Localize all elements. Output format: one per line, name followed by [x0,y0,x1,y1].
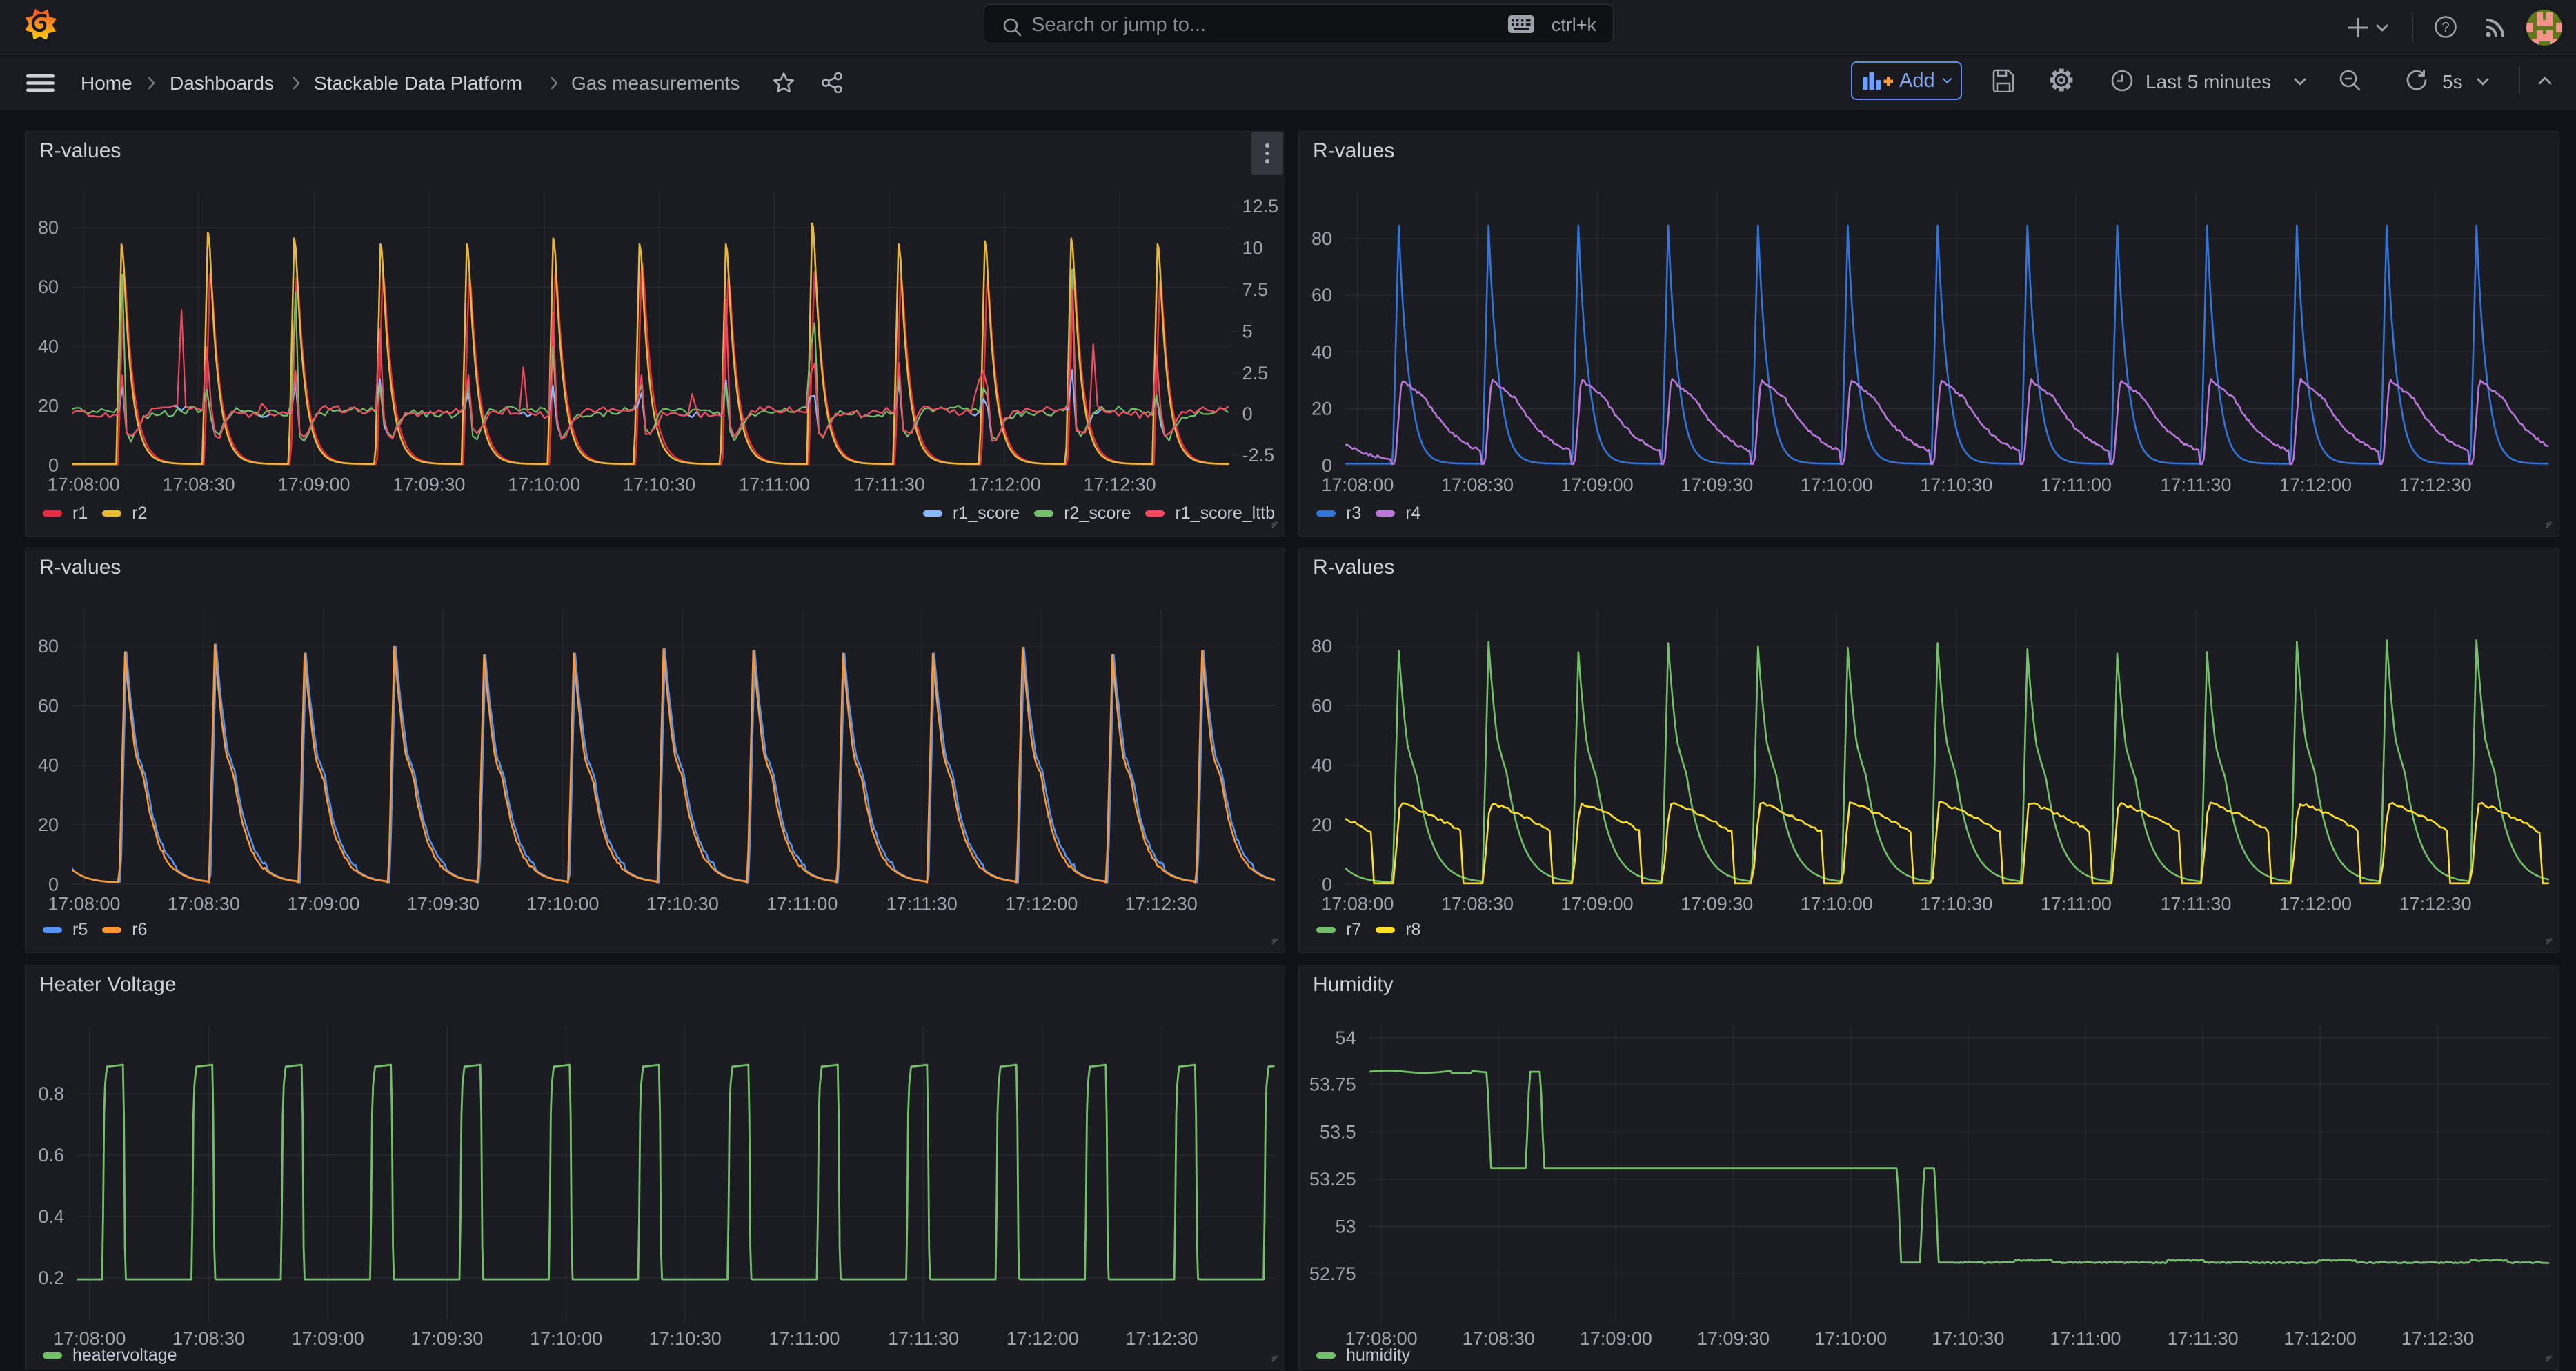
svg-text:17:08:30: 17:08:30 [168,894,240,914]
svg-text:40: 40 [1311,341,1332,362]
svg-text:17:11:30: 17:11:30 [886,894,958,914]
svg-text:17:09:30: 17:09:30 [1681,474,1753,494]
svg-text:17:10:30: 17:10:30 [646,894,719,914]
svg-text:17:10:00: 17:10:00 [1801,894,1873,914]
svg-text:17:12:30: 17:12:30 [2401,1328,2474,1349]
svg-text:17:08:30: 17:08:30 [172,1328,245,1349]
svg-text:17:09:30: 17:09:30 [407,894,479,914]
svg-text:80: 80 [38,217,59,238]
svg-text:17:12:00: 17:12:00 [2279,474,2352,494]
svg-text:53.5: 53.5 [1320,1121,1356,1142]
svg-text:53: 53 [1335,1216,1356,1237]
svg-text:17:12:30: 17:12:30 [1125,894,1198,914]
svg-text:17:11:30: 17:11:30 [2160,474,2231,494]
svg-text:17:09:30: 17:09:30 [410,1328,483,1349]
svg-text:17:11:00: 17:11:00 [769,1328,840,1349]
svg-text:17:08:00: 17:08:00 [48,474,120,494]
svg-text:17:10:00: 17:10:00 [530,1328,602,1349]
svg-text:17:10:30: 17:10:30 [649,1328,722,1349]
svg-text:52.75: 52.75 [1309,1263,1356,1284]
svg-text:17:09:00: 17:09:00 [287,894,359,914]
svg-text:0: 0 [48,874,59,895]
svg-text:17:11:00: 17:11:00 [2041,894,2112,914]
svg-text:40: 40 [1311,755,1332,776]
svg-text:0.8: 0.8 [38,1083,64,1103]
svg-text:40: 40 [38,755,59,776]
svg-text:20: 20 [38,814,59,835]
svg-text:17:10:30: 17:10:30 [623,474,695,494]
svg-text:17:11:00: 17:11:00 [766,894,838,914]
svg-text:17:10:30: 17:10:30 [1920,474,1992,494]
svg-text:60: 60 [38,695,59,716]
svg-text:17:12:00: 17:12:00 [1005,894,1078,914]
svg-text:54: 54 [1335,1027,1356,1048]
svg-text:0.4: 0.4 [38,1205,64,1226]
svg-text:17:12:00: 17:12:00 [1007,1328,1079,1349]
svg-text:2.5: 2.5 [1242,362,1269,383]
svg-text:17:08:30: 17:08:30 [163,474,235,494]
svg-text:17:08:00: 17:08:00 [1321,894,1394,914]
svg-text:17:10:30: 17:10:30 [1920,894,1992,914]
svg-text:0.2: 0.2 [38,1267,64,1288]
svg-text:20: 20 [1311,814,1332,835]
svg-text:17:10:00: 17:10:00 [1814,1328,1887,1349]
svg-text:17:08:30: 17:08:30 [1441,474,1514,494]
svg-text:-2.5: -2.5 [1242,445,1275,466]
svg-text:17:08:30: 17:08:30 [1441,894,1514,914]
svg-text:17:09:00: 17:09:00 [1561,894,1634,914]
svg-text:17:11:00: 17:11:00 [739,474,810,494]
svg-text:20: 20 [1311,398,1332,419]
svg-text:17:09:30: 17:09:30 [393,474,465,494]
svg-text:53.25: 53.25 [1309,1169,1356,1190]
svg-text:20: 20 [38,395,59,416]
svg-text:17:12:00: 17:12:00 [969,474,1041,494]
svg-text:17:09:30: 17:09:30 [1681,894,1753,914]
svg-text:0: 0 [48,454,59,475]
svg-text:17:11:00: 17:11:00 [2041,474,2112,494]
svg-text:17:11:00: 17:11:00 [2050,1328,2121,1349]
svg-text:53.75: 53.75 [1309,1074,1356,1094]
svg-text:60: 60 [38,277,59,297]
svg-text:17:10:30: 17:10:30 [1932,1328,2004,1349]
svg-text:17:09:30: 17:09:30 [1697,1328,1770,1349]
svg-text:?: ? [2441,20,2449,35]
svg-text:5: 5 [1242,321,1253,341]
svg-text:17:08:00: 17:08:00 [48,894,120,914]
svg-text:17:12:30: 17:12:30 [2399,894,2472,914]
svg-text:17:11:30: 17:11:30 [2160,894,2231,914]
svg-text:17:12:30: 17:12:30 [1084,474,1156,494]
svg-text:12.5: 12.5 [1242,196,1279,217]
svg-text:17:09:00: 17:09:00 [277,474,350,494]
svg-text:17:12:30: 17:12:30 [1125,1328,1198,1349]
svg-text:17:11:30: 17:11:30 [854,474,925,494]
svg-text:17:12:00: 17:12:00 [2279,894,2352,914]
svg-text:0: 0 [1322,874,1332,895]
svg-text:17:10:00: 17:10:00 [1801,474,1873,494]
svg-text:17:09:00: 17:09:00 [292,1328,364,1349]
svg-text:7.5: 7.5 [1242,279,1269,300]
svg-text:60: 60 [1311,285,1332,306]
svg-text:80: 80 [1311,636,1332,657]
svg-text:60: 60 [1311,695,1332,716]
svg-text:17:08:00: 17:08:00 [1321,474,1394,494]
svg-text:0.6: 0.6 [38,1144,64,1165]
svg-text:17:10:00: 17:10:00 [508,474,580,494]
svg-text:17:09:00: 17:09:00 [1561,474,1634,494]
svg-text:80: 80 [1311,228,1332,248]
svg-text:17:12:30: 17:12:30 [2399,474,2472,494]
svg-text:17:10:00: 17:10:00 [526,894,599,914]
svg-text:40: 40 [38,336,59,357]
svg-text:17:08:30: 17:08:30 [1463,1328,1535,1349]
svg-text:80: 80 [38,636,59,657]
svg-text:17:12:00: 17:12:00 [2284,1328,2357,1349]
svg-text:0: 0 [1322,454,1332,475]
svg-text:10: 10 [1242,237,1263,258]
svg-text:17:09:00: 17:09:00 [1580,1328,1652,1349]
svg-text:17:11:30: 17:11:30 [888,1328,959,1349]
svg-text:17:11:30: 17:11:30 [2168,1328,2239,1349]
svg-text:0: 0 [1242,403,1253,423]
